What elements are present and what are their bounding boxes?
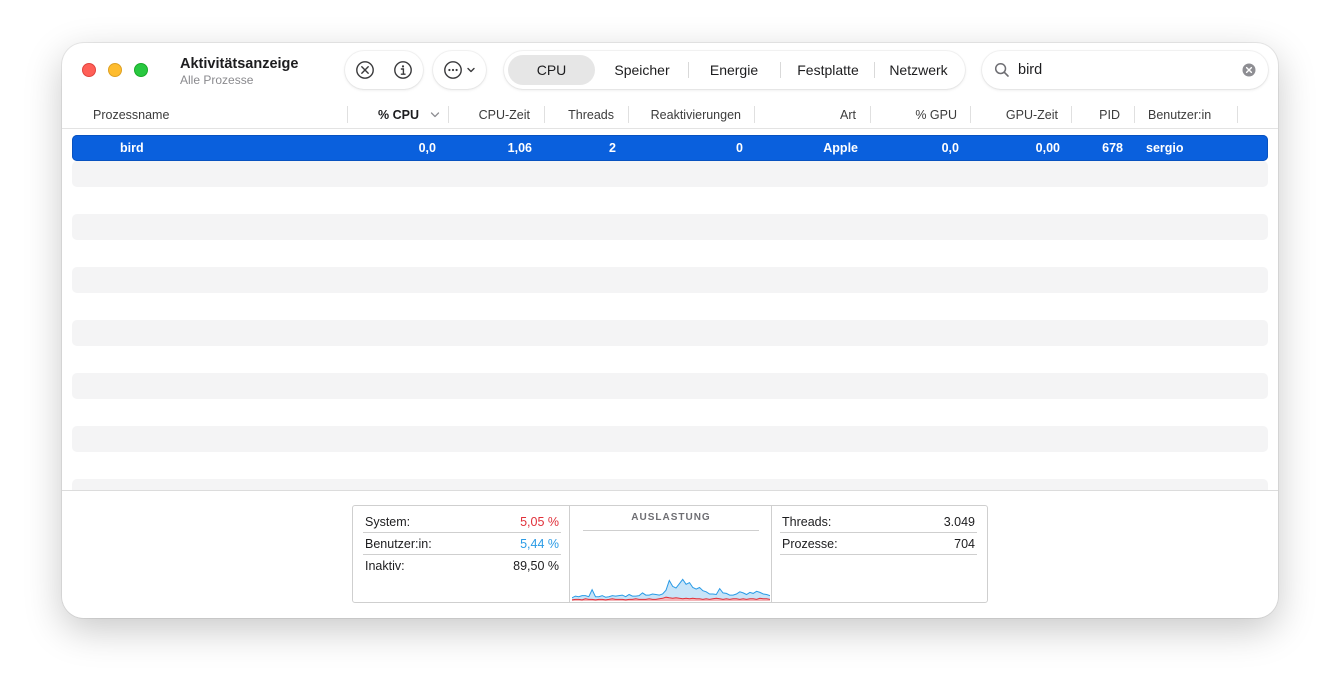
cpu-load-chart	[572, 578, 770, 601]
process-table: bird 0,0 1,06 2 0 Apple 0,0 0,00 678 ser…	[72, 134, 1268, 490]
stat-user: Benutzer:in: 5,44 %	[365, 533, 559, 555]
stat-threads-value: 3.049	[943, 515, 975, 529]
empty-row	[72, 479, 1268, 490]
divider	[771, 506, 772, 602]
tab-netzwerk[interactable]: Netzwerk	[876, 55, 961, 85]
column-header-wakeups[interactable]: Reaktivierungen	[629, 107, 741, 123]
empty-row	[72, 320, 1268, 346]
tab-festplatte[interactable]: Festplatte	[782, 55, 874, 85]
cell-user: sergio	[1146, 141, 1184, 155]
activity-monitor-window: Aktivitätsanzeige Alle Prozesse CPU Spei…	[62, 43, 1278, 618]
process-actions-group	[345, 51, 423, 89]
chart-title: AUSLASTUNG	[631, 512, 711, 523]
divider	[569, 506, 570, 602]
ellipsis-circle-icon	[444, 61, 462, 79]
stats-panel: System: 5,05 % Benutzer:in: 5,44 % Inakt…	[62, 490, 1278, 618]
empty-row	[72, 214, 1268, 240]
column-header-user[interactable]: Benutzer:in	[1148, 107, 1211, 123]
stat-processes-value: 704	[954, 537, 975, 551]
stat-system: System: 5,05 %	[365, 511, 559, 533]
stat-idle-value: 89,50 %	[513, 559, 559, 573]
column-header-gpu[interactable]: % GPU	[871, 107, 957, 123]
search-field[interactable]	[982, 51, 1268, 89]
window-zoom-button[interactable]	[134, 63, 148, 77]
column-header-process-name[interactable]: Prozessname	[93, 107, 169, 123]
tab-divider	[874, 62, 875, 78]
more-icon-wrap	[443, 60, 463, 80]
cell-threads: 2	[609, 141, 616, 155]
stat-idle-label: Inaktiv:	[365, 559, 405, 573]
column-header-threads[interactable]: Threads	[545, 107, 614, 123]
cell-process-name: bird	[120, 141, 144, 155]
app-title: Aktivitätsanzeige	[180, 56, 299, 72]
clear-search-icon[interactable]	[1242, 63, 1256, 77]
column-separator	[1237, 106, 1238, 123]
cell-kind: Apple	[823, 141, 858, 155]
window-minimize-button[interactable]	[108, 63, 122, 77]
search-icon	[994, 62, 1009, 77]
empty-row	[72, 267, 1268, 293]
tab-divider	[688, 62, 689, 78]
column-header-kind[interactable]: Art	[755, 107, 856, 123]
empty-row	[72, 161, 1268, 187]
column-header-pid[interactable]: PID	[1072, 107, 1120, 123]
column-header-cpu[interactable]: % CPU	[348, 107, 419, 123]
category-tabs: CPU Speicher Energie Festplatte Netzwerk	[504, 51, 965, 89]
stat-system-label: System:	[365, 515, 411, 529]
cell-pid: 678	[1102, 141, 1123, 155]
divider	[583, 530, 759, 531]
stat-threads-label: Threads:	[782, 515, 832, 529]
stat-threads: Threads: 3.049	[782, 511, 975, 533]
stat-processes-label: Prozesse:	[782, 537, 838, 551]
toolbar: Aktivitätsanzeige Alle Prozesse CPU Spei…	[62, 43, 1278, 99]
table-header: Prozessname % CPU CPU-Zeit Threads Reakt…	[62, 103, 1278, 129]
info-circle-icon	[394, 61, 412, 79]
tab-speicher[interactable]: Speicher	[598, 55, 686, 85]
search-input[interactable]	[1018, 60, 1228, 80]
cell-gpu-time: 0,00	[1035, 141, 1060, 155]
stat-idle: Inaktiv: 89,50 %	[365, 555, 559, 577]
stat-user-value: 5,44 %	[520, 537, 559, 551]
cpu-stats-box: System: 5,05 % Benutzer:in: 5,44 % Inakt…	[352, 505, 988, 603]
title-block: Aktivitätsanzeige Alle Prozesse	[180, 55, 298, 88]
inspect-process-button[interactable]	[393, 60, 413, 80]
tab-cpu[interactable]: CPU	[508, 55, 595, 85]
app-subtitle: Alle Prozesse	[180, 73, 254, 87]
cell-cpu: 0,0	[418, 141, 436, 155]
tab-energie[interactable]: Energie	[690, 55, 778, 85]
cell-gpu: 0,0	[941, 141, 959, 155]
stat-processes: Prozesse: 704	[782, 533, 975, 555]
xmark-circle-icon	[356, 61, 374, 79]
chevron-down-icon	[466, 65, 476, 75]
stat-system-value: 5,05 %	[520, 515, 559, 529]
chevron-down-icon[interactable]	[430, 111, 440, 119]
table-row[interactable]: bird 0,0 1,06 2 0 Apple 0,0 0,00 678 ser…	[72, 135, 1268, 161]
divider	[780, 554, 977, 555]
column-header-cpu-time[interactable]: CPU-Zeit	[449, 107, 530, 123]
stop-process-button[interactable]	[355, 60, 375, 80]
cell-wakeups: 0	[736, 141, 743, 155]
stat-user-label: Benutzer:in:	[365, 537, 432, 551]
cell-cpu-time: 1,06	[507, 141, 532, 155]
tab-divider	[780, 62, 781, 78]
more-menu-button[interactable]	[433, 51, 486, 89]
column-separator	[1134, 106, 1135, 123]
window-close-button[interactable]	[82, 63, 96, 77]
empty-row	[72, 373, 1268, 399]
column-header-gpu-time[interactable]: GPU-Zeit	[971, 107, 1058, 123]
empty-row	[72, 426, 1268, 452]
